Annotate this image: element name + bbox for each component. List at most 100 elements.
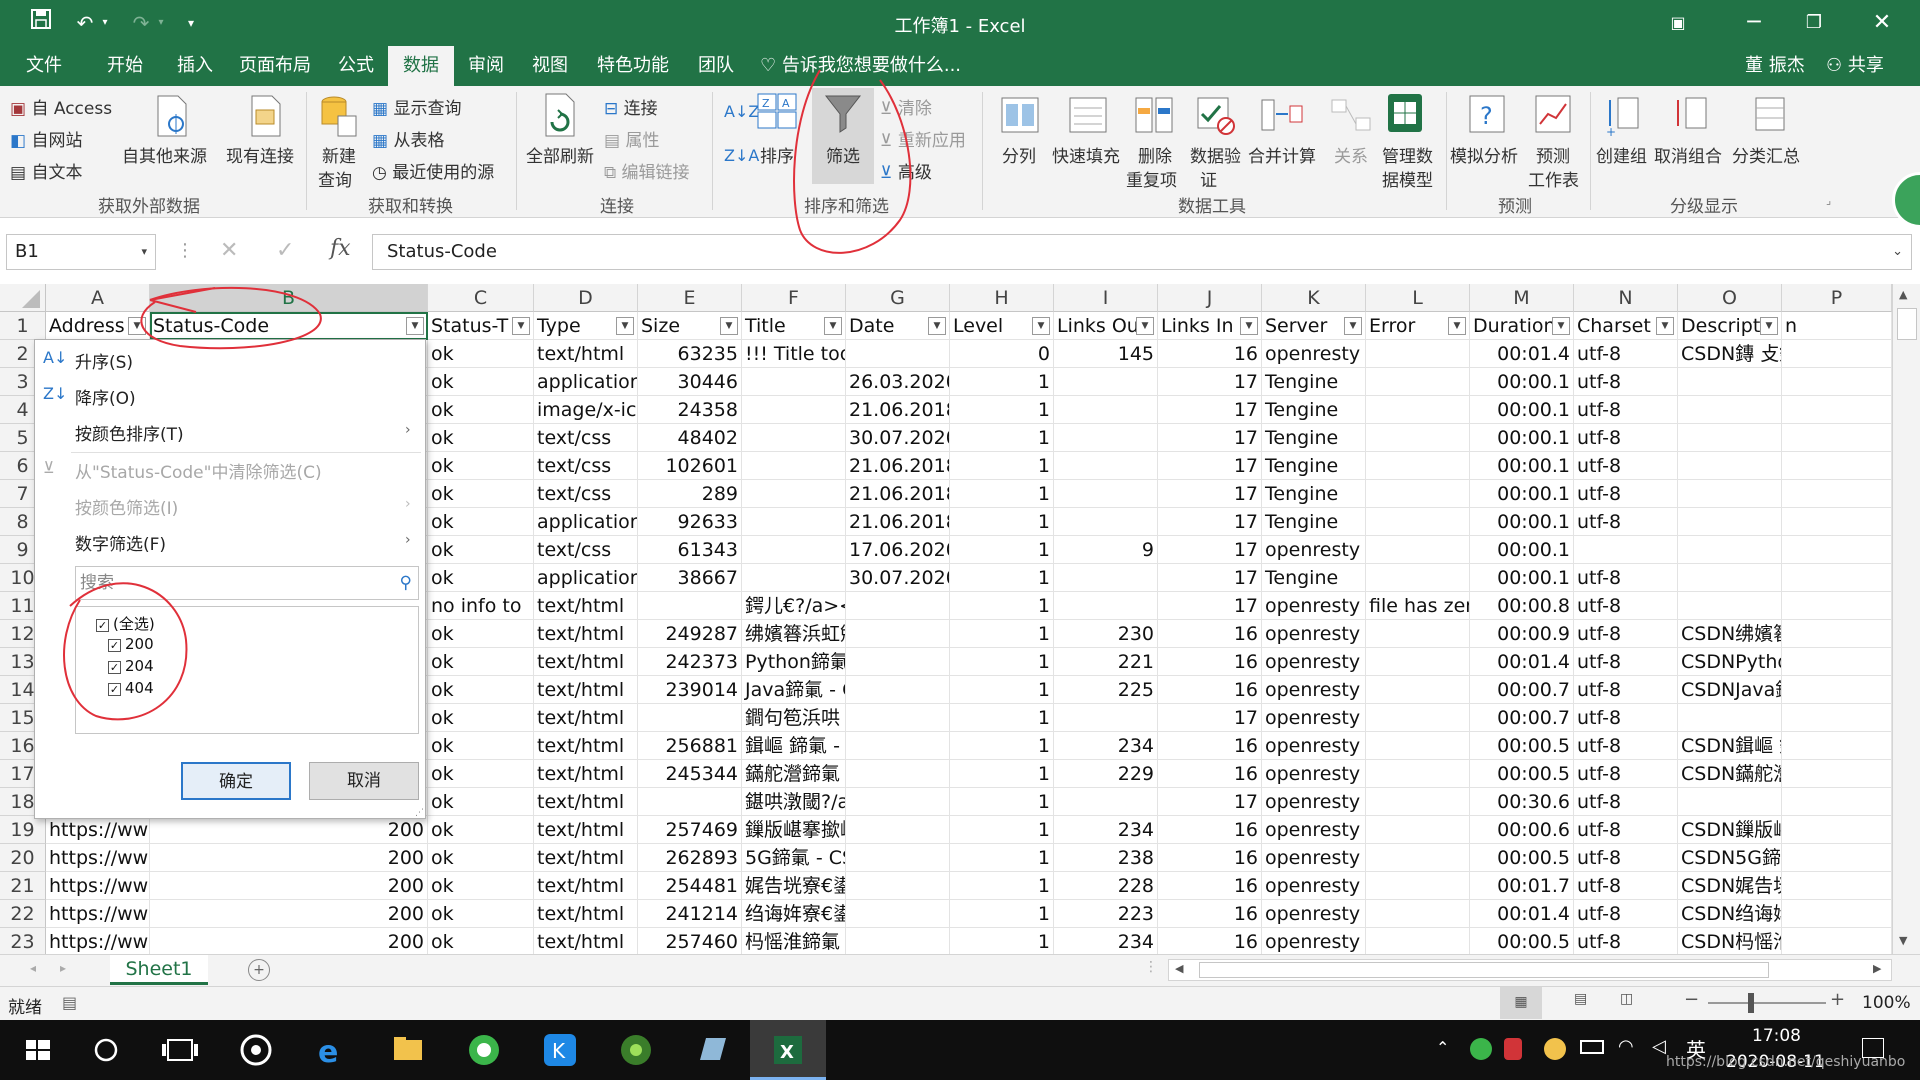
- sort-descending-item[interactable]: 降序(O): [75, 384, 136, 409]
- row-header[interactable]: 20: [0, 844, 46, 872]
- table-cell[interactable]: CSDN5G鍗氭 涓轰綘: [1678, 844, 1782, 872]
- table-cell[interactable]: [1054, 564, 1158, 592]
- remove-duplicates-label-2[interactable]: 重复项: [1126, 166, 1177, 191]
- table-cell[interactable]: [742, 396, 846, 424]
- table-cell[interactable]: openresty: [1262, 340, 1366, 368]
- macro-record-icon[interactable]: ▤: [62, 993, 77, 1012]
- filter-button-active[interactable]: [812, 88, 874, 184]
- from-text-button[interactable]: ▤ 自文本: [10, 158, 82, 183]
- table-cell[interactable]: [846, 592, 950, 620]
- table-cell[interactable]: 48402: [638, 424, 742, 452]
- table-cell[interactable]: [1366, 816, 1470, 844]
- table-cell[interactable]: 1: [950, 536, 1054, 564]
- new-query-label-2[interactable]: 查询: [318, 166, 352, 191]
- table-cell[interactable]: [1782, 900, 1892, 928]
- table-cell[interactable]: [1366, 704, 1470, 732]
- table-cell[interactable]: CSDNPython鍗氭 涓: [1678, 648, 1782, 676]
- table-cell[interactable]: 绋嬪簭浜虹敓鍗氭: [742, 620, 846, 648]
- table-cell[interactable]: text/css: [534, 452, 638, 480]
- table-cell[interactable]: 21.06.2018: [846, 396, 950, 424]
- table-cell[interactable]: [1782, 368, 1892, 396]
- table-cell[interactable]: [1782, 564, 1892, 592]
- table-cell[interactable]: ok: [428, 760, 534, 788]
- table-cell[interactable]: [1366, 844, 1470, 872]
- checkbox-icon[interactable]: ✓: [108, 683, 121, 696]
- table-cell[interactable]: 00:00.1: [1470, 480, 1574, 508]
- table-cell[interactable]: 145: [1054, 340, 1158, 368]
- table-cell[interactable]: 00:00.1: [1470, 564, 1574, 592]
- table-cell[interactable]: CSDN鍓嶇 鍗氭 涓: [1678, 732, 1782, 760]
- minimize-button[interactable]: ─: [1724, 4, 1784, 42]
- table-cell[interactable]: Tengine: [1262, 396, 1366, 424]
- remove-duplicates-label-1[interactable]: 删除: [1138, 142, 1172, 167]
- table-cell[interactable]: [1366, 760, 1470, 788]
- table-cell[interactable]: [846, 648, 950, 676]
- tab-file[interactable]: 文件: [10, 46, 78, 86]
- table-cell[interactable]: utf-8: [1574, 760, 1678, 788]
- table-cell[interactable]: 16: [1158, 620, 1262, 648]
- column-header[interactable]: B: [150, 284, 428, 312]
- table-cell[interactable]: 00:00.1: [1470, 424, 1574, 452]
- table-cell[interactable]: utf-8: [1574, 368, 1678, 396]
- table-cell[interactable]: utf-8: [1574, 396, 1678, 424]
- subtotal-button[interactable]: 分类汇总: [1732, 142, 1800, 167]
- battery-icon[interactable]: [1580, 1040, 1604, 1054]
- table-cell[interactable]: 1: [950, 928, 1054, 954]
- table-cell[interactable]: utf-8: [1574, 900, 1678, 928]
- filter-value-item[interactable]: ✓ 404: [108, 679, 154, 697]
- table-cell[interactable]: 1: [950, 564, 1054, 592]
- table-cell[interactable]: utf-8: [1574, 340, 1678, 368]
- from-other-sources-button[interactable]: 自其他来源: [122, 142, 207, 167]
- data-model-label-2[interactable]: 据模型: [1382, 166, 1433, 191]
- table-cell[interactable]: 16: [1158, 340, 1262, 368]
- table-cell[interactable]: [638, 592, 742, 620]
- table-cell[interactable]: [1054, 452, 1158, 480]
- table-cell[interactable]: Python鍗氭 - CSDN: [742, 648, 846, 676]
- table-cell[interactable]: ok: [428, 620, 534, 648]
- table-cell[interactable]: 262893: [638, 844, 742, 872]
- table-cell[interactable]: utf-8: [1574, 620, 1678, 648]
- data-validation-label-1[interactable]: 数据验: [1190, 142, 1241, 167]
- table-cell[interactable]: [742, 564, 846, 592]
- tray-chevron-icon[interactable]: ⌃: [1436, 1038, 1449, 1057]
- column-header[interactable]: I: [1054, 284, 1158, 312]
- table-cell[interactable]: 16: [1158, 732, 1262, 760]
- filter-dropdown-icon[interactable]: ▼: [616, 317, 634, 335]
- sort-by-color-item[interactable]: 按颜色排序(T): [75, 420, 184, 445]
- table-cell[interactable]: [1678, 480, 1782, 508]
- tray-red-icon[interactable]: [1504, 1038, 1522, 1060]
- table-cell[interactable]: 00:01.7: [1470, 872, 1574, 900]
- table-cell[interactable]: [1782, 928, 1892, 954]
- advanced-button[interactable]: ⊻ 高级: [880, 158, 932, 183]
- table-cell[interactable]: [1678, 424, 1782, 452]
- save-icon[interactable]: [26, 8, 56, 38]
- table-cell[interactable]: openresty: [1262, 816, 1366, 844]
- table-cell[interactable]: 200: [150, 844, 428, 872]
- table-cell[interactable]: https://ww: [46, 844, 150, 872]
- forecast-sheet-label-2[interactable]: 工作表: [1528, 166, 1579, 191]
- table-cell[interactable]: utf-8: [1574, 928, 1678, 954]
- column-header[interactable]: A: [46, 284, 150, 312]
- table-cell[interactable]: 00:00.7: [1470, 704, 1574, 732]
- table-cell[interactable]: 257460: [638, 928, 742, 954]
- filter-dropdown-icon[interactable]: ▼: [928, 317, 946, 335]
- table-cell[interactable]: 00:00.1: [1470, 368, 1574, 396]
- table-cell[interactable]: [846, 620, 950, 648]
- sheet-tab-sheet1[interactable]: Sheet1: [110, 955, 208, 985]
- table-cell[interactable]: applicatior: [534, 368, 638, 396]
- table-cell[interactable]: [1366, 396, 1470, 424]
- table-cell[interactable]: ok: [428, 424, 534, 452]
- table-cell[interactable]: text/html: [534, 732, 638, 760]
- text-to-columns-button[interactable]: 分列: [1002, 142, 1036, 167]
- table-cell[interactable]: [1782, 676, 1892, 704]
- column-header[interactable]: P: [1782, 284, 1892, 312]
- excel-taskbar-icon[interactable]: X: [750, 1020, 826, 1080]
- column-header[interactable]: E: [638, 284, 742, 312]
- filter-dropdown-icon[interactable]: ▼: [1552, 317, 1570, 335]
- table-cell[interactable]: [846, 844, 950, 872]
- table-cell[interactable]: ok: [428, 480, 534, 508]
- table-cell[interactable]: 17: [1158, 788, 1262, 816]
- table-cell[interactable]: [1054, 788, 1158, 816]
- scroll-right-icon[interactable]: ▶: [1873, 962, 1881, 975]
- sort-button[interactable]: 排序: [760, 142, 794, 167]
